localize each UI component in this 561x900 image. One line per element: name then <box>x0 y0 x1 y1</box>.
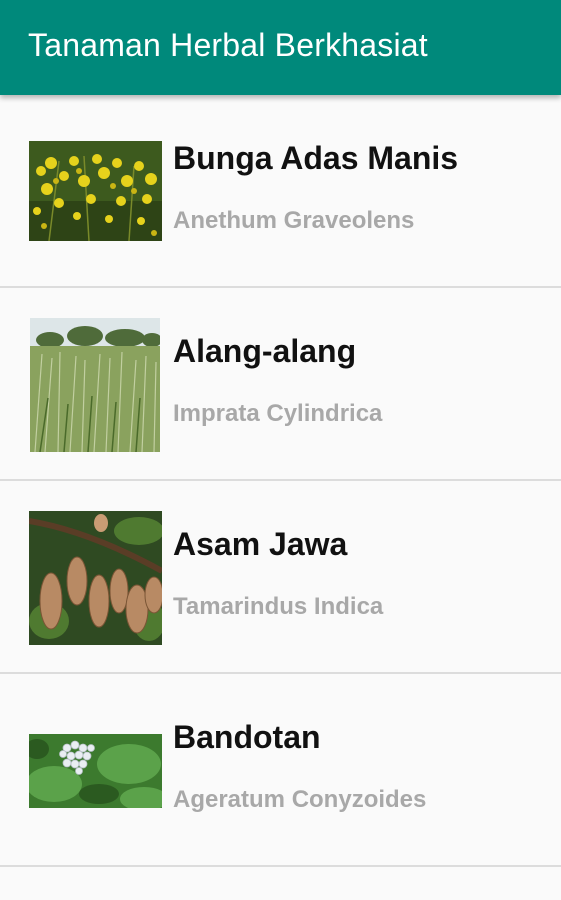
plant-image <box>29 141 162 241</box>
app-bar: Tanaman Herbal Berkhasiat <box>0 0 561 95</box>
app-title: Tanaman Herbal Berkhasiat <box>28 27 428 63</box>
plant-image <box>29 511 162 645</box>
list-item[interactable]: Bandotan Ageratum Conyzoides <box>0 674 561 867</box>
plant-name: Bunga Adas Manis <box>173 140 459 176</box>
list-item[interactable]: Alang-alang Imprata Cylindrica <box>0 288 561 481</box>
plant-image <box>30 318 160 452</box>
plant-name: Alang-alang <box>173 333 357 369</box>
plant-image <box>29 734 162 808</box>
plant-name: Asam Jawa <box>173 526 348 562</box>
plant-latin-name: Anethum Graveolens <box>173 207 415 234</box>
list-item[interactable]: Asam Jawa Tamarindus Indica <box>0 481 561 674</box>
list-item[interactable]: Bunga Adas Manis Anethum Graveolens <box>0 95 561 288</box>
plant-list[interactable]: Bunga Adas Manis Anethum Graveolens Alan… <box>0 95 561 900</box>
plant-latin-name: Imprata Cylindrica <box>173 400 383 427</box>
plant-latin-name: Ageratum Conyzoides <box>173 786 427 813</box>
plant-latin-name: Tamarindus Indica <box>173 593 384 620</box>
plant-name: Bandotan <box>173 719 321 755</box>
